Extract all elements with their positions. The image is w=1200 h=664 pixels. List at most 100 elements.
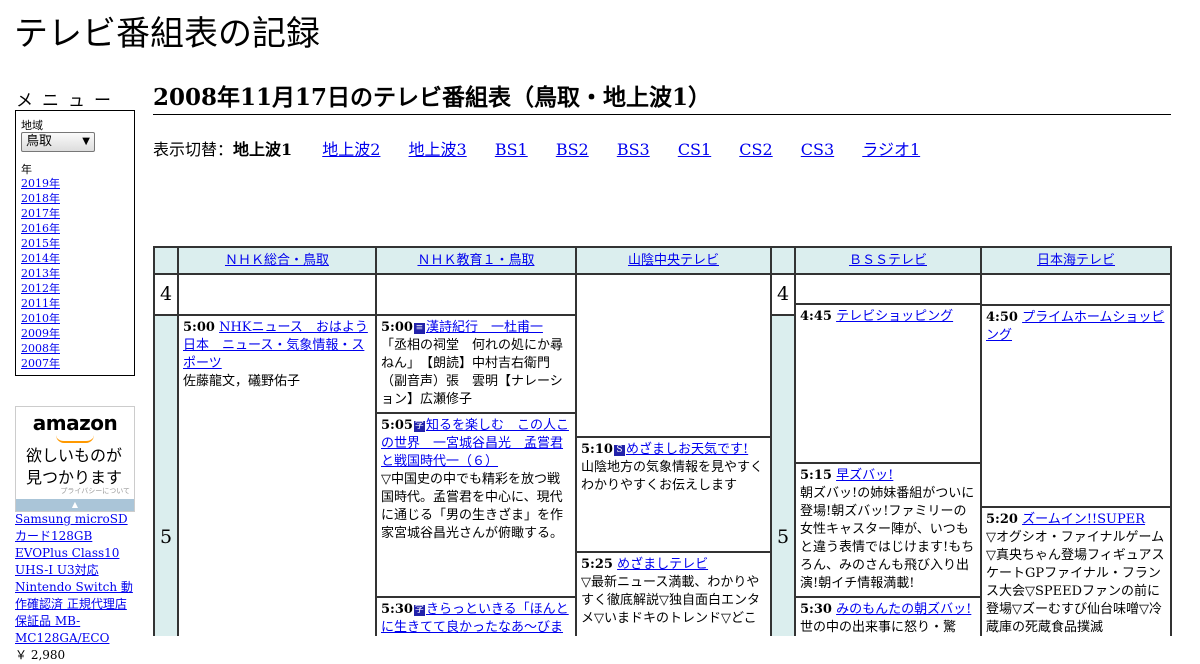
empty-slot [981,274,1171,305]
program-title-link[interactable]: めざましお天気です! [626,442,748,457]
year-list: 2019年 2018年 2017年 2016年 2015年 2014年 2013… [21,176,60,371]
schedule-grid: ＮＨＫ総合・鳥取 ＮＨＫ教育１・鳥取 山陰中央テレビ ＢＳＳテレビ 日本海テレビ… [153,246,1172,636]
year-link[interactable]: 2008年 [21,342,60,355]
program-cell: 5:00 ≡ 漢詩紀行 一杜甫一 「丞相の祠堂 何れの処にか尋ねん」 【朗読】中村吉… [376,315,576,413]
program-title-link[interactable]: 早ズバッ! [836,468,893,483]
program-cell: 4:45 テレビショッピング [795,304,981,463]
ad-text-line2: 見つかります [26,468,123,487]
caption-icon: 字 [413,605,425,616]
ad-collapse-bar[interactable]: ▲ [16,499,134,511]
program-desc: 佐藤龍文，礒野佑子 [183,374,301,389]
program-desc: ▽最新ニュース満載、わかりやすく徹底解説▽独自面白エンタメ▽いまドキのトレンド▽… [581,575,760,626]
ad-product-link[interactable]: Samsung microSDカード128GB EVOPlus Class10 … [15,512,133,645]
switch-link[interactable]: CS1 [678,140,711,159]
program-cell: 5:20 ズームイン!!SUPER ▽オグシオ・ファイナルゲーム▽真央ちゃん登場… [981,507,1171,636]
program-time: 5:25 [581,557,613,572]
switcher-label: 表示切替： [153,140,234,159]
year-link[interactable]: 2017年 [21,207,60,220]
program-desc: 世の中の出来事に怒り・驚 [800,620,957,635]
ad-text: 欲しいものが 見つかります [26,445,122,489]
amazon-smile-icon [56,435,94,443]
year-link[interactable]: 2016年 [21,222,60,235]
program-cell: 5:25 めざましテレビ ▽最新ニュース満載、わかりやすく徹底解説▽独自面白エン… [576,552,771,636]
year-link[interactable]: 2012年 [21,282,60,295]
switch-link[interactable]: CS2 [739,140,772,159]
stereo-icon: S [613,445,625,456]
program-title-link[interactable]: めざましテレビ [617,557,708,572]
program-title-link[interactable]: ズームイン!!SUPER [1022,512,1145,527]
region-select[interactable]: 鳥取 ▼ [21,132,95,152]
amazon-ad-banner[interactable]: amazon 欲しいものが 見つかります プライバシーについて ▲ [15,406,135,512]
program-cell: 5:30 みのもんたの朝ズバッ! 世の中の出来事に怒り・驚 [795,597,981,636]
program-cell: 5:30字きらっといきる「ほんとに生きてて良かったなあ～びまわり [376,597,576,636]
empty-slot [376,274,576,315]
chevron-up-icon: ▲ [71,500,79,509]
empty-slot [576,274,771,437]
hour-cell: 4 [154,274,178,315]
channel-link[interactable]: ＢＳＳテレビ [849,253,927,268]
program-time: 5:15 [800,468,832,483]
year-label: 年 [21,163,32,176]
header-corner [771,247,795,274]
channel-header: ＮＨＫ総合・鳥取 [178,247,376,274]
program-title-link[interactable]: みのもんたの朝ズバッ! [836,602,971,617]
empty-slot [178,274,376,315]
switch-link[interactable]: BS2 [556,140,589,159]
site-title: テレビ番組表の記録 [14,14,320,54]
year-link[interactable]: 2010年 [21,312,60,325]
amazon-logo: amazon [32,411,118,435]
program-title-link[interactable]: 漢詩紀行 一杜甫一 [426,320,543,335]
year-link[interactable]: 2014年 [21,252,60,265]
program-time: 4:50 [986,310,1018,325]
program-cell: 5:10 S めざましお天気です! 山陰地方の気象情報を見やすくわかりやすくお伝えし… [576,437,771,552]
program-cell: 5:00 NHKニュース おはよう日本 ニュース・気象情報・スポーツ 佐藤龍文，… [178,315,376,636]
channel-link[interactable]: ＮＨＫ総合・鳥取 [225,253,329,268]
channel-header: ＢＳＳテレビ [795,247,981,274]
switch-link[interactable]: 地上波3 [409,140,467,159]
ad-product-price: ￥ 2,980 [15,648,66,662]
switch-link[interactable]: CS3 [801,140,834,159]
channel-header: 日本海テレビ [981,247,1171,274]
view-switcher: 表示切替：地上波1 地上波2 地上波3 BS1 BS2 BS3 CS1 CS2 … [153,136,943,160]
year-link[interactable]: 2007年 [21,357,60,370]
switch-link[interactable]: BS1 [495,140,528,159]
menu-box: 地域 鳥取 ▼ 年 2019年 2018年 2017年 2016年 2015年 … [15,110,135,376]
program-desc: 朝ズバッ!の姉妹番組がついに登場!朝ズバッ!ファミリーの女性キャスター陣が、いつ… [800,486,975,591]
switch-link[interactable]: 地上波2 [322,140,380,159]
ad-text-line1: 欲しいものが [26,446,123,465]
program-time: 5:10 [581,442,613,457]
program-desc: ▽中国史の中でも精彩を放つ戦国時代。孟嘗君を中心に、現代に通じる「男の生きざま」… [381,472,564,541]
year-link[interactable]: 2018年 [21,192,60,205]
header-corner [154,247,178,274]
program-desc: ▽オグシオ・ファイナルゲーム▽真央ちゃん登場フィギュアスケートGPファイナル・フ… [986,530,1165,635]
program-time: 5:00 [381,320,413,335]
switcher-current: 地上波1 [233,140,293,159]
channel-link[interactable]: 山陰中央テレビ [628,253,719,268]
program-time: 5:20 [986,512,1018,527]
year-link[interactable]: 2015年 [21,237,60,250]
ad-product: Samsung microSDカード128GB EVOPlus Class10 … [15,511,137,664]
program-desc: 山陰地方の気象情報を見やすくわかりやすくお伝えします [581,460,764,493]
switch-link[interactable]: ラジオ1 [862,140,920,159]
region-label: 地域 [21,119,43,132]
page-heading: 2008年11月17日のテレビ番組表（鳥取・地上波1） [153,84,1171,115]
chevron-down-icon: ▼ [82,136,90,147]
channel-header: 山陰中央テレビ [576,247,771,274]
channel-header: ＮＨＫ教育１・鳥取 [376,247,576,274]
program-cell: 5:05 字知るを楽しむ この人この世界 一宮城谷昌光 孟嘗君と戦国時代一（６） … [376,413,576,597]
ad-privacy-link[interactable]: プライバシーについて [60,486,130,496]
hour-cell: 5 [154,315,178,636]
program-time: 5:30 [800,602,832,617]
year-link[interactable]: 2011年 [21,297,60,310]
caption-icon: ≡ [413,323,425,334]
year-link[interactable]: 2009年 [21,327,60,340]
program-time: 5:30 [381,602,413,617]
program-time: 4:45 [800,309,832,324]
year-link[interactable]: 2013年 [21,267,60,280]
channel-link[interactable]: 日本海テレビ [1037,253,1115,268]
channel-link[interactable]: ＮＨＫ教育１・鳥取 [417,253,534,268]
program-title-link[interactable]: テレビショッピング [836,309,953,324]
switch-link[interactable]: BS3 [617,140,650,159]
year-link[interactable]: 2019年 [21,177,60,190]
hour-cell: 4 [771,274,795,315]
